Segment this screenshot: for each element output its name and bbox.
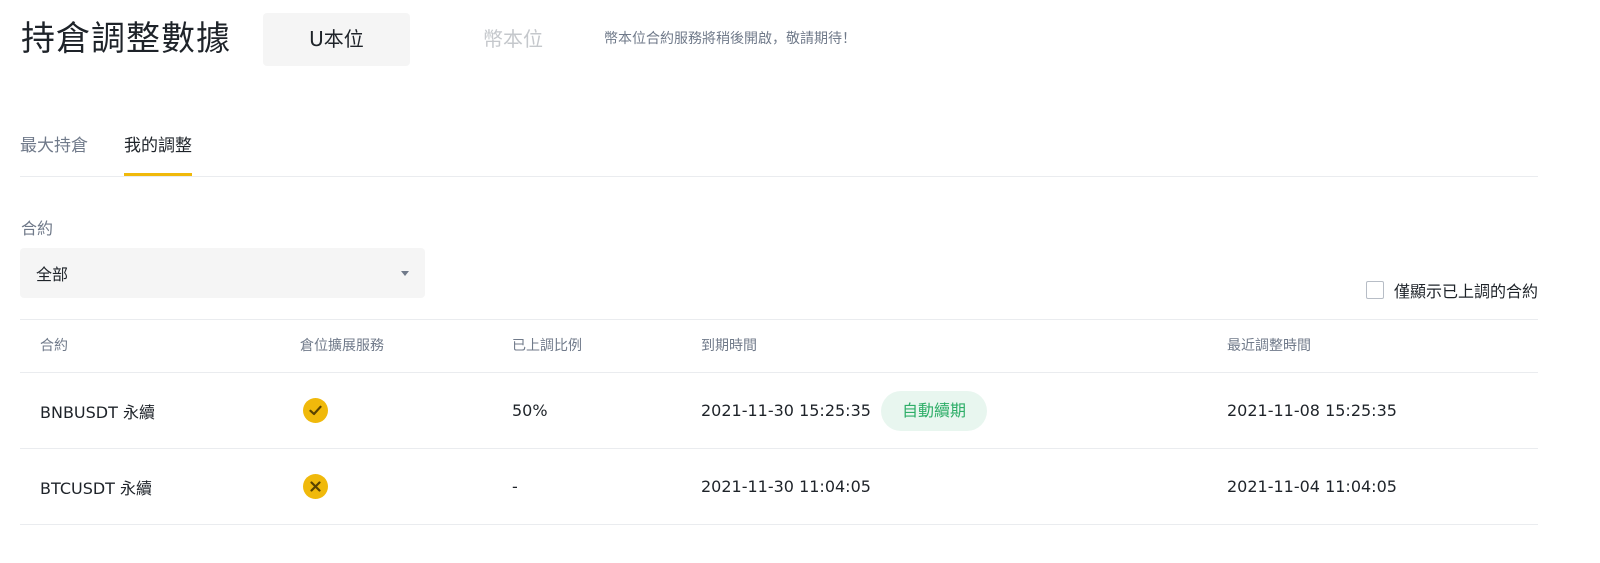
table-header: 合約 倉位擴展服務 已上調比例 到期時間 最近調整時間 [20, 320, 1538, 373]
u-margined-button[interactable]: U本位 [263, 13, 410, 66]
only-adjusted-toggle[interactable]: 僅顯示已上調的合約 [1365, 278, 1538, 302]
contract-filter-label: 合約 [21, 219, 54, 238]
contract-cell: BNBUSDT 永續 [40, 402, 155, 422]
expiry-time: 2021-11-30 11:04:05 [701, 477, 871, 496]
column-header-ratio: 已上調比例 [512, 338, 582, 354]
only-adjusted-checkbox[interactable] [1365, 281, 1384, 299]
page-header: 持倉調整數據 U本位 幣本位 幣本位合約服務將稍後開啟，敬請期待！ [21, 13, 856, 66]
caret-down-icon [401, 270, 409, 276]
ratio-cell: 50% [512, 401, 548, 420]
expiry-time: 2021-11-30 15:25:35 [701, 401, 871, 420]
expiry-cell: 2021-11-30 15:25:35 自動續期 [701, 373, 987, 448]
last-adjusted-cell: 2021-11-04 11:04:05 [1227, 477, 1397, 496]
ratio-cell: - [512, 477, 518, 496]
coin-margined-button[interactable]: 幣本位 [440, 13, 586, 66]
adjustments-table: 合約 倉位擴展服務 已上調比例 到期時間 最近調整時間 BNBUSDT 永續 5… [20, 319, 1538, 525]
auto-renew-badge: 自動續期 [880, 390, 987, 431]
contract-select[interactable]: 全部 [20, 248, 425, 298]
expiry-cell: 2021-11-30 11:04:05 [701, 449, 871, 524]
contract-cell: BTCUSDT 永續 [40, 478, 153, 498]
tab-bar: 最大持倉 我的調整 [20, 128, 1538, 177]
coming-soon-notice: 幣本位合約服務將稍後開啟，敬請期待！ [604, 31, 856, 47]
service-cell [300, 449, 328, 524]
table-row: BTCUSDT 永續 - 2021-11-30 11:04:05 2021-11… [20, 449, 1538, 525]
column-header-contract: 合約 [40, 338, 68, 354]
last-adjusted-cell: 2021-11-08 15:25:35 [1227, 401, 1397, 420]
contract-select-value: 全部 [36, 265, 69, 284]
tab-max-position[interactable]: 最大持倉 [20, 128, 88, 176]
column-header-service: 倉位擴展服務 [300, 338, 384, 354]
page-title: 持倉調整數據 [21, 19, 231, 59]
service-cell [300, 373, 328, 448]
column-header-last-adjusted: 最近調整時間 [1227, 338, 1311, 354]
only-adjusted-label: 僅顯示已上調的合約 [1393, 282, 1538, 301]
column-header-expiry: 到期時間 [701, 338, 757, 354]
check-icon [303, 398, 328, 423]
table-row: BNBUSDT 永續 50% 2021-11-30 15:25:35 自動續期 … [20, 373, 1538, 449]
tab-my-adjustments[interactable]: 我的調整 [124, 128, 192, 176]
close-icon [303, 474, 328, 499]
